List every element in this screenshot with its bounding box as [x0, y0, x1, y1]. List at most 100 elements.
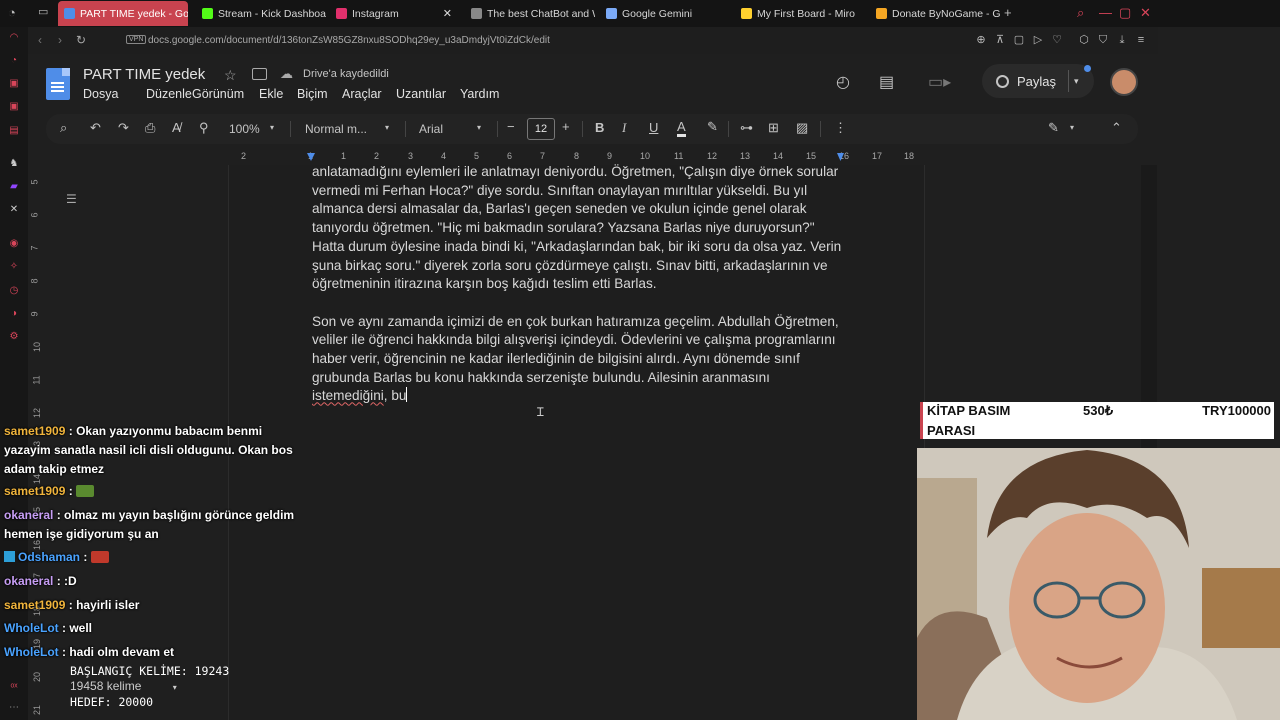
sidebar-icon-6[interactable]: ♞ — [8, 158, 20, 170]
ruler-tick: 11 — [674, 151, 684, 161]
ruler-tick: 10 — [32, 341, 43, 353]
chat-message: okaneral : olmaz mı yayın başlığını görü… — [4, 508, 295, 541]
vpn-badge[interactable]: VPN — [126, 35, 147, 44]
bold-icon[interactable]: B — [595, 121, 604, 135]
sidebar-icon-3[interactable]: ▣ — [8, 78, 20, 90]
document-title[interactable]: PART TIME yedek — [83, 66, 205, 83]
meet-icon[interactable]: ▭▸ — [928, 72, 951, 92]
browser-tab[interactable]: The best ChatBot and W — [465, 1, 595, 26]
back-icon[interactable]: ‹ — [38, 33, 42, 47]
folder-icon[interactable] — [252, 68, 267, 80]
redo-icon[interactable]: ↷ — [118, 121, 129, 135]
reload-icon[interactable]: ↻ — [76, 33, 86, 47]
chevron-down-icon[interactable]: ▾ — [173, 683, 177, 692]
close-tab-icon[interactable]: ✕ — [443, 7, 452, 20]
more-options-icon[interactable]: ⋮ — [834, 121, 847, 135]
download-icon[interactable]: ⤓ — [1116, 34, 1128, 46]
snapshot-icon[interactable]: ▢ — [1013, 34, 1025, 46]
chat-message: WholeLot : hadi olm devam et — [4, 645, 175, 659]
extensions-icon[interactable]: ⬡ — [1078, 34, 1090, 46]
pin-icon[interactable]: ⊼ — [994, 34, 1006, 46]
settings-icon[interactable]: ≡ — [1135, 34, 1147, 46]
chevron-down-icon[interactable]: ▾ — [1074, 76, 1079, 87]
save-status: Drive'a kaydedildi — [303, 68, 389, 80]
add-comment-icon[interactable]: ⊞ — [768, 121, 779, 135]
search-icon[interactable]: ⌕ — [1077, 5, 1084, 21]
highlight-icon[interactable]: ✎ — [707, 120, 718, 134]
browser-tab[interactable]: PART TIME yedek - Goog — [58, 1, 188, 26]
style-chevron-icon[interactable]: ▾ — [385, 121, 389, 135]
sidebar-icon-2[interactable]: ◔ — [8, 55, 20, 67]
sidebar-icon-12[interactable]: ◑ — [8, 308, 20, 320]
editing-chevron-icon[interactable]: ▾ — [1070, 121, 1074, 135]
browser-tab[interactable]: Stream - Kick Dashboard — [196, 1, 326, 26]
text-color-icon[interactable]: A — [677, 120, 686, 137]
clock-icon[interactable]: ◷ — [8, 285, 20, 297]
docs-logo-icon[interactable] — [46, 68, 70, 100]
minimize-icon[interactable]: — — [1099, 5, 1112, 20]
image-icon[interactable]: ▨ — [796, 121, 808, 135]
link-icon[interactable]: ⊶ — [740, 121, 753, 135]
decrease-font-icon[interactable]: − — [507, 120, 515, 134]
word-count[interactable]: 19458 kelime ▾ — [70, 679, 229, 696]
play-icon[interactable]: ▷ — [1032, 34, 1044, 46]
font-chevron-icon[interactable]: ▾ — [477, 121, 481, 135]
style-select[interactable]: Normal m... — [305, 122, 367, 136]
new-tab-button[interactable]: + — [1004, 5, 1012, 20]
menu-item[interactable]: Dosya — [83, 87, 118, 101]
avatar[interactable] — [1110, 68, 1138, 96]
close-window-icon[interactable]: ✕ — [1140, 5, 1151, 21]
browser-tab[interactable]: Donate ByNoGame - Gel — [870, 1, 1000, 26]
undo-icon[interactable]: ↶ — [90, 121, 101, 135]
goal-current: 530₺ — [1083, 403, 1113, 418]
url-field[interactable]: docs.google.com/document/d/136tonZsW85GZ… — [148, 35, 550, 46]
menu-item[interactable]: Düzenle — [146, 87, 192, 101]
sidebar-icon-5[interactable]: ▤ — [8, 125, 20, 137]
bookmark-icon[interactable]: ♡ — [1051, 34, 1063, 46]
browser-tab[interactable]: My First Board - Miro — [735, 1, 865, 26]
sidebar-icon-9[interactable]: ◉ — [8, 238, 20, 250]
comments-icon[interactable]: ▤ — [879, 72, 894, 92]
document-body[interactable]: anlatamadığını eylemleri ile anlatmayı d… — [312, 163, 847, 425]
gear-icon[interactable]: ⚙ — [8, 331, 20, 343]
spellcheck-icon[interactable]: A̸ — [172, 121, 181, 135]
menu-item[interactable]: Uzantılar — [396, 87, 446, 101]
search-menus-icon[interactable]: ⌕ — [60, 121, 67, 135]
history-icon[interactable]: ◴ — [836, 72, 850, 92]
spelling-error[interactable]: istemediğini — [312, 388, 384, 403]
print-icon[interactable]: ⎙ — [145, 121, 155, 135]
menu-item[interactable]: Biçim — [297, 87, 328, 101]
paragraph-1[interactable]: anlatamadığını eylemleri ile anlatmayı d… — [312, 163, 847, 294]
menu-item[interactable]: Araçlar — [342, 87, 382, 101]
sidebar-icon-10[interactable]: ✧ — [8, 261, 20, 273]
menu-item[interactable]: Ekle — [259, 87, 283, 101]
font-size-input[interactable]: 12 — [527, 118, 555, 140]
increase-font-icon[interactable]: + — [562, 120, 570, 134]
shield-icon[interactable]: ⛉ — [1097, 34, 1109, 46]
zoom-select[interactable]: 100% — [229, 122, 260, 136]
maximize-icon[interactable]: ▢ — [1119, 5, 1131, 21]
twitch-icon[interactable]: ▰ — [8, 181, 20, 193]
italic-icon[interactable]: I — [622, 121, 626, 135]
font-select[interactable]: Arial — [419, 122, 443, 136]
sidebar-icon-1[interactable]: ◠ — [8, 32, 20, 44]
outline-icon[interactable]: ☰ — [66, 192, 77, 206]
profile-icon[interactable]: ◔ — [8, 5, 16, 20]
browser-tab[interactable]: Google Gemini — [600, 1, 728, 26]
browser-tab[interactable]: Instagram ✕ — [330, 1, 458, 26]
tab-manager-icon[interactable]: ▭ — [38, 5, 48, 18]
editing-mode-icon[interactable]: ✎ — [1048, 121, 1059, 135]
menu-item[interactable]: Görünüm — [192, 87, 244, 101]
collapse-icon[interactable]: ⌃ — [1111, 121, 1122, 135]
forward-icon[interactable]: › — [58, 33, 62, 47]
underline-icon[interactable]: U — [649, 121, 658, 135]
sidebar-icon-4[interactable]: ▣ — [8, 101, 20, 113]
x-icon[interactable]: ✕ — [8, 204, 20, 216]
zoom-chevron-icon[interactable]: ▾ — [270, 121, 274, 135]
paragraph-2[interactable]: Son ve aynı zamanda içimizi de en çok bu… — [312, 313, 847, 407]
zoom-icon[interactable]: ⊕ — [975, 34, 987, 46]
menu-item[interactable]: Yardım — [460, 87, 499, 101]
paint-format-icon[interactable]: ⚲ — [199, 121, 209, 135]
share-button[interactable]: Paylaş ▾ — [982, 64, 1094, 98]
star-icon[interactable]: ☆ — [224, 67, 237, 84]
